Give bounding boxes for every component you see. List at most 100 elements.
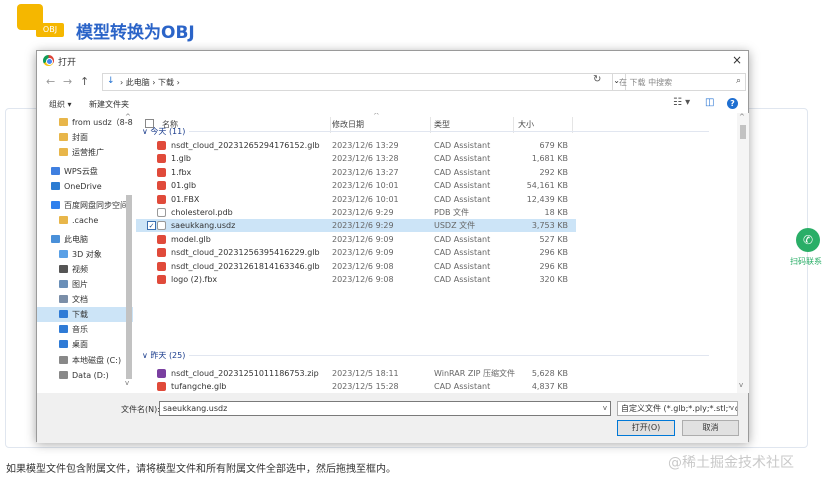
nav-item[interactable]: Data (D:): [37, 368, 133, 383]
filename-input[interactable]: saeukkang.usdz v: [159, 401, 611, 416]
file-row[interactable]: nsdt_cloud_20231261814163346.glb 2023/12/…: [136, 260, 576, 273]
page-title: 模型转换为OBJ: [76, 23, 195, 43]
file-row[interactable]: 1.fbx 2023/12/6 13:27 CAD Assistant 292 KB: [136, 166, 576, 179]
chevron-down-icon[interactable]: v: [603, 402, 607, 415]
chevron-down-icon[interactable]: v: [729, 402, 734, 415]
file-row[interactable]: 1.glb 2023/12/6 13:28 CAD Assistant 1,681 K…: [136, 152, 576, 165]
blank-file-icon: [157, 208, 166, 217]
cloud-icon: [51, 167, 60, 175]
cad-file-icon: [157, 154, 166, 164]
web-page: OBJ 模型转换为OBJ ✆ 扫码联系 如果模型文件包含附属文件，请将模型文件和…: [0, 0, 831, 477]
nav-item[interactable]: 文档: [37, 292, 133, 307]
file-row[interactable]: model.glb 2023/12/6 9:09 CAD Assistant 527 …: [136, 233, 576, 246]
file-date: 2023/12/6 10:01: [332, 194, 399, 204]
address-bar[interactable]: ↓ › 此电脑 › 下载 › ⌄: [102, 73, 626, 91]
dialog-toolbar: 组织 ▾ 新建文件夹 ☷ ▾ ◫ ?: [37, 95, 748, 113]
checkbox[interactable]: ✓: [147, 221, 156, 231]
nav-scrollbar-thumb[interactable]: [126, 195, 132, 379]
help-icon[interactable]: ?: [727, 98, 738, 109]
group-header[interactable]: ∨ 今天 (11): [142, 126, 710, 137]
scroll-down-icon[interactable]: v: [125, 379, 129, 387]
nav-item[interactable]: 桌面: [37, 337, 133, 352]
file-date: 2023/12/6 9:29: [332, 208, 394, 217]
nav-item[interactable]: 此电脑: [37, 232, 133, 247]
view-options-icon[interactable]: ☷ ▾: [673, 97, 690, 108]
scroll-down-icon[interactable]: v: [739, 381, 743, 389]
file-list-scrollbar[interactable]: ^ v: [737, 113, 749, 393]
nav-item[interactable]: 音乐: [37, 322, 133, 337]
file-name: tufangche.glb: [171, 382, 227, 392]
open-button[interactable]: 打开(O): [617, 420, 675, 436]
nav-item[interactable]: 百度网盘同步空间: [37, 198, 133, 213]
file-name: 1.fbx: [171, 167, 192, 177]
file-row[interactable]: cholesterol.pdb 2023/12/6 9:29 PDB 文件 18 KB: [136, 206, 576, 219]
file-row[interactable]: 01.glb 2023/12/6 10:01 CAD Assistant 54,161…: [136, 179, 576, 192]
search-icon[interactable]: ⌕: [736, 76, 741, 86]
file-type: CAD Assistant: [434, 167, 491, 177]
file-size: 4,837 KB: [531, 382, 568, 392]
breadcrumb[interactable]: › 此电脑 › 下载 ›: [120, 77, 180, 88]
scroll-up-icon[interactable]: ^: [739, 113, 745, 121]
file-size: 527 KB: [539, 234, 568, 244]
file-scrollbar-thumb[interactable]: [740, 125, 746, 139]
file-row[interactable]: logo (2).fbx 2023/12/6 9:08 CAD Assistant 3…: [136, 273, 576, 286]
nav-item[interactable]: OneDrive: [37, 179, 133, 194]
file-size: 54,161 KB: [526, 181, 568, 191]
close-icon[interactable]: ×: [732, 53, 742, 67]
nav-item[interactable]: 下载: [37, 307, 133, 322]
drive-icon: [59, 371, 68, 379]
nav-item-label: 本地磁盘 (C:): [72, 356, 122, 365]
new-folder-button[interactable]: 新建文件夹: [89, 99, 129, 110]
folder-icon: [59, 118, 68, 126]
nav-item-label: 此电脑: [64, 235, 88, 244]
nav-item-label: 桌面: [72, 340, 88, 349]
file-row[interactable]: nsdt_cloud_20231265294176152.glb 2023/12/…: [136, 139, 576, 152]
nav-item[interactable]: 封面: [37, 130, 133, 145]
cancel-button[interactable]: 取消: [682, 420, 739, 436]
forward-arrow-icon[interactable]: →: [63, 75, 72, 88]
nav-item[interactable]: 视频: [37, 262, 133, 277]
wechat-icon[interactable]: ✆: [796, 228, 820, 252]
organize-menu[interactable]: 组织 ▾: [49, 99, 72, 110]
file-date: 2023/12/5 18:11: [332, 369, 399, 378]
file-size: 12,439 KB: [526, 194, 568, 204]
file-size: 679 KB: [539, 141, 568, 150]
dialog-title: 打开: [58, 58, 77, 68]
desktop-icon: [59, 340, 68, 348]
preview-pane-icon[interactable]: ◫: [705, 97, 714, 108]
nav-item[interactable]: WPS云盘: [37, 164, 133, 179]
nav-item[interactable]: from usdz（8-8: [37, 115, 133, 130]
file-type: CAD Assistant: [434, 154, 491, 164]
file-type-value: 自定义文件 (*.glb;*.ply;*.stl;*.o: [621, 404, 738, 413]
file-name: nsdt_cloud_20231251011186753.zip: [171, 369, 319, 378]
file-name: 01.glb: [171, 181, 197, 191]
folder-icon: [59, 216, 68, 224]
logo-obj-tag: OBJ: [36, 23, 64, 37]
file-row[interactable]: 01.FBX 2023/12/6 10:01 CAD Assistant 12,439…: [136, 193, 576, 206]
nav-item[interactable]: 本地磁盘 (C:): [37, 353, 133, 368]
scroll-up-icon[interactable]: ^: [125, 113, 131, 121]
file-date: 2023/12/5 15:28: [332, 382, 399, 392]
file-row[interactable]: nsdt_cloud_20231256395416229.glb 2023/12/…: [136, 246, 576, 259]
folder-icon: [59, 148, 68, 156]
file-row[interactable]: tufangche.glb 2023/12/5 15:28 CAD Assistan…: [136, 380, 576, 393]
file-name: saeukkang.usdz: [171, 221, 236, 231]
cad-file-icon: [157, 167, 166, 177]
watermark: @稀土掘金技术社区: [668, 455, 794, 471]
nav-item[interactable]: 3D 对象: [37, 247, 133, 262]
refresh-icon[interactable]: ↻: [593, 74, 601, 85]
file-date: 2023/12/6 9:09: [332, 248, 394, 258]
nav-scrollbar[interactable]: ^ v: [124, 113, 134, 393]
nav-item[interactable]: 图片: [37, 277, 133, 292]
nav-item[interactable]: .cache: [37, 213, 133, 228]
back-arrow-icon[interactable]: ←: [46, 75, 55, 88]
search-input[interactable]: 在 下载 中搜索 ⌕: [612, 73, 746, 91]
file-row[interactable]: ✓ saeukkang.usdz 2023/12/6 9:29 USDZ 文件 3,75…: [136, 219, 576, 233]
nav-item[interactable]: 运营推广: [37, 145, 133, 160]
group-header[interactable]: ∨ 昨天 (25): [142, 350, 710, 361]
nav-item-label: 下载: [72, 310, 88, 319]
file-name: logo (2).fbx: [171, 275, 218, 284]
up-arrow-icon[interactable]: ↑: [80, 75, 89, 88]
file-row[interactable]: nsdt_cloud_20231251011186753.zip 2023/12/…: [136, 367, 576, 380]
file-type-select[interactable]: 自定义文件 (*.glb;*.ply;*.stl;*.o v: [617, 401, 738, 416]
